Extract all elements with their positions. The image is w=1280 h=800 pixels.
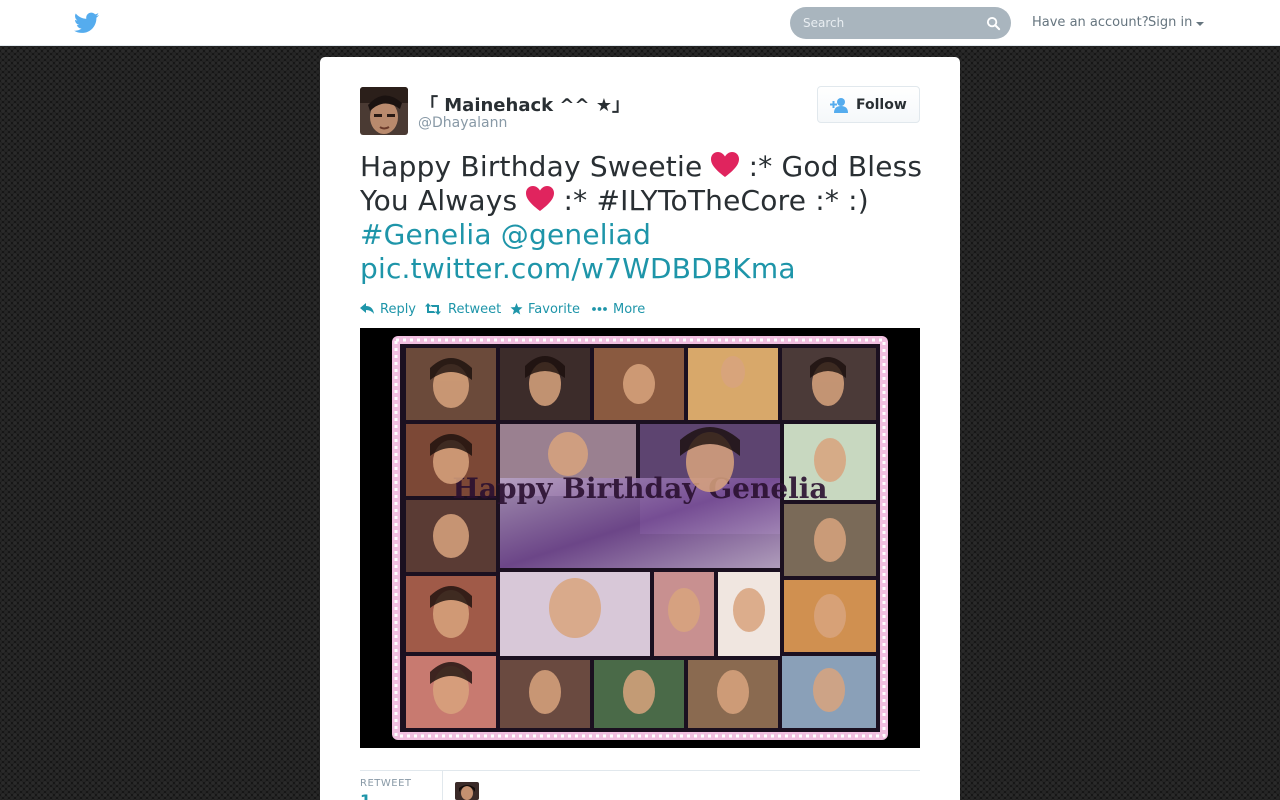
author-avatar[interactable] <box>360 87 408 135</box>
retweet-icon <box>425 303 441 315</box>
author-username[interactable]: @Dhayalann <box>418 115 507 131</box>
have-account-text: Have an account? <box>1032 15 1149 30</box>
stats-separator <box>442 771 443 800</box>
mention-link[interactable]: @geneliad <box>501 218 651 251</box>
heart-emoji-icon <box>526 186 555 211</box>
top-navigation-bar: Have an account? Sign in <box>0 0 1280 46</box>
sign-in-link[interactable]: Sign in <box>1148 15 1192 30</box>
chevron-down-icon[interactable] <box>1196 22 1204 26</box>
stats-divider <box>360 770 920 771</box>
twitter-bird-icon[interactable] <box>74 12 99 34</box>
retweet-stat-label: RETWEET <box>360 778 412 789</box>
add-user-icon <box>830 98 848 113</box>
tweet-text: Happy Birthday Sweetie :* God Bless You … <box>360 150 930 286</box>
tweet-card: 「 Mainehack ^^ ★」 @Dhayalann Follow Happ… <box>320 57 960 800</box>
more-label: More <box>613 302 646 317</box>
heart-emoji-icon <box>711 152 740 177</box>
more-dots-icon <box>592 307 607 311</box>
reply-icon <box>360 303 374 314</box>
follow-button[interactable]: Follow <box>817 86 920 123</box>
reply-label: Reply <box>380 302 417 317</box>
collage-caption: Happy Birthday Genelia <box>452 472 827 505</box>
favorite-button[interactable]: Favorite <box>510 301 582 319</box>
retweet-count[interactable]: 1 <box>360 791 371 800</box>
tweet-text-part1: Happy Birthday Sweetie <box>360 150 703 183</box>
search-box <box>790 7 1011 39</box>
pic-link[interactable]: pic.twitter.com/w7WDBDBKma <box>360 252 796 285</box>
tweet-text-part3: :* #ILYToTheCore :* :) <box>563 184 869 217</box>
star-icon <box>510 303 523 315</box>
author-fullname[interactable]: 「 Mainehack ^^ ★」 <box>420 91 630 117</box>
favorite-label: Favorite <box>528 302 580 317</box>
retweeter-avatar[interactable] <box>455 782 479 800</box>
retweet-label: Retweet <box>448 302 502 317</box>
follow-label: Follow <box>856 97 907 113</box>
tweet-media-image[interactable]: Happy Birthday Genelia <box>360 328 920 748</box>
search-input[interactable] <box>790 7 980 39</box>
hashtag-link[interactable]: #Genelia <box>360 218 492 251</box>
reply-button[interactable]: Reply <box>360 301 416 319</box>
retweet-button[interactable]: Retweet <box>425 301 502 319</box>
more-button[interactable]: More <box>592 301 646 319</box>
search-icon[interactable] <box>986 16 1001 31</box>
birthday-collage-image: Happy Birthday Genelia <box>360 328 920 748</box>
